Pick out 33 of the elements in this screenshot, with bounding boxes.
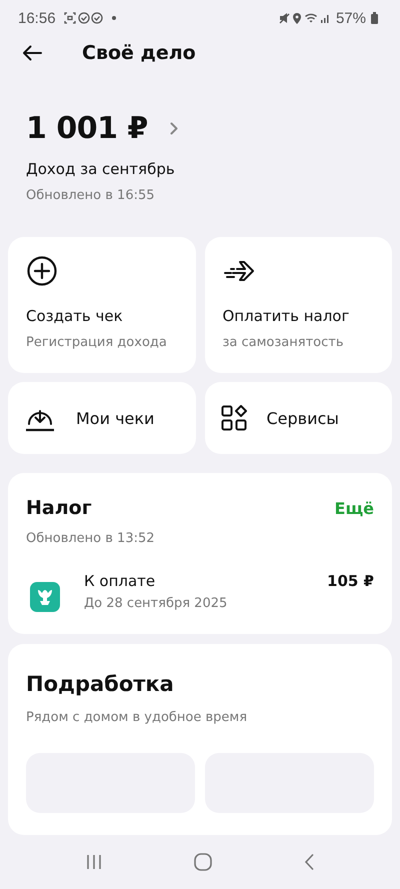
payment-amount: 105 ₽ bbox=[327, 572, 374, 590]
section-title: Подработка bbox=[26, 672, 175, 696]
income-label: Доход за сентябрь bbox=[26, 160, 176, 178]
button-label: Мои чеки bbox=[76, 408, 154, 428]
emblem-icon bbox=[30, 582, 60, 612]
status-time: 16:56 bbox=[18, 10, 56, 26]
system-icons bbox=[278, 12, 331, 24]
income-amount: 1 001 ₽ bbox=[26, 111, 148, 146]
chevron-right-icon[interactable] bbox=[170, 122, 178, 135]
card-subtitle: Регистрация дохода bbox=[26, 335, 168, 350]
updated-time: Обновлено в 13:52 bbox=[26, 531, 156, 546]
apps-grid-icon bbox=[220, 405, 246, 431]
plus-circle-icon bbox=[26, 255, 58, 287]
page-title: Своё дело bbox=[82, 42, 196, 64]
battery-icon bbox=[371, 12, 378, 24]
action-button[interactable]: Мои чеки bbox=[8, 382, 196, 454]
payment-title: К оплате bbox=[84, 572, 156, 590]
due-date: До 28 сентября 2025 bbox=[84, 596, 228, 611]
action-card[interactable]: Оплатить налог за самозанятость bbox=[204, 237, 392, 373]
action-card[interactable]: Создать чек Регистрация дохода bbox=[8, 237, 196, 373]
action-button[interactable]: Сервисы bbox=[204, 382, 392, 454]
card-title: Оплатить налог bbox=[222, 307, 350, 325]
battery-percent: 57% bbox=[336, 10, 366, 26]
updated-time: Обновлено в 16:55 bbox=[26, 188, 156, 203]
recent-apps-icon[interactable] bbox=[86, 854, 102, 870]
back-icon[interactable] bbox=[304, 854, 314, 870]
section-subtitle: Рядом с домом в удобное время bbox=[26, 710, 248, 725]
back-arrow-icon[interactable] bbox=[22, 44, 42, 60]
home-icon[interactable] bbox=[194, 853, 212, 871]
button-label: Сервисы bbox=[266, 408, 339, 428]
card-title: Создать чек bbox=[26, 307, 124, 325]
card-subtitle: за самозанятость bbox=[222, 335, 344, 350]
section-title: Налог bbox=[26, 497, 92, 519]
